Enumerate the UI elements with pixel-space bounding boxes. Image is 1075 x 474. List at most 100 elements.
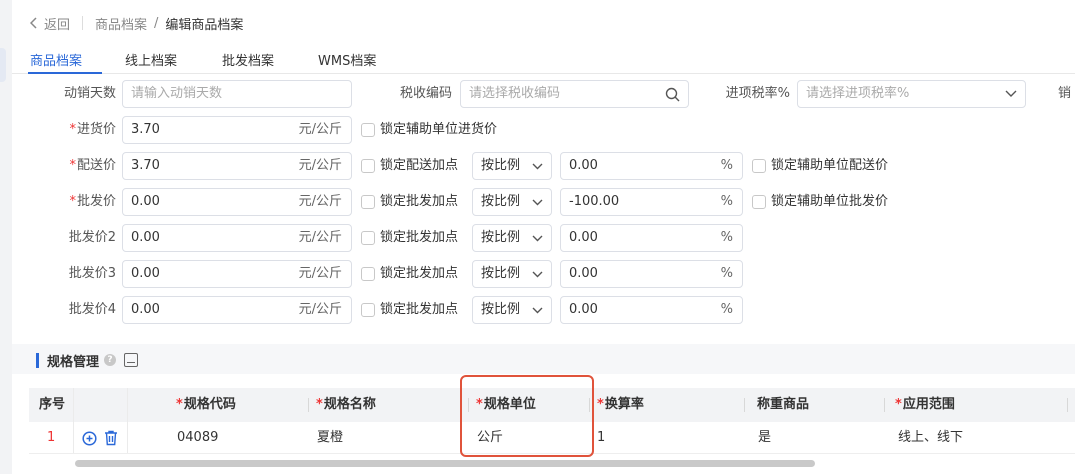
percent-sign: % <box>720 158 733 173</box>
lock-checkbox[interactable] <box>361 303 375 317</box>
tax-code-label: 税收编码 <box>399 86 452 101</box>
price-input[interactable]: 0.00 元/公斤 <box>122 260 352 288</box>
days-input[interactable]: 请输入动销天数 <box>122 80 352 108</box>
add-circle-icon[interactable] <box>82 431 97 446</box>
markup-mode-select[interactable]: 按比例 <box>472 260 552 288</box>
back-link[interactable]: 返回 <box>30 14 70 33</box>
lock-checkbox-label[interactable]: 锁定配送加点 <box>380 156 458 176</box>
cell-ratio[interactable]: 1 <box>597 422 605 454</box>
markup-percent-value: 0.00 <box>569 158 598 173</box>
chevron-down-icon <box>532 199 543 206</box>
chevron-down-icon <box>532 307 543 314</box>
markup-mode-select[interactable]: 按比例 <box>472 188 552 216</box>
tax-code-placeholder: 请选择税收编码 <box>469 86 561 101</box>
search-icon[interactable] <box>665 87 680 102</box>
markup-percent-input[interactable]: 0.00% <box>560 224 743 252</box>
markup-mode-select[interactable]: 按比例 <box>472 152 552 180</box>
markup-percent-value: 0.00 <box>569 266 598 281</box>
tab-bar: 商品档案 线上档案 批发档案 WMS档案 <box>12 46 1075 74</box>
row-index: 1 <box>47 430 56 445</box>
lock-checkbox[interactable] <box>361 159 375 173</box>
markup-mode-value: 按比例 <box>481 266 521 281</box>
markup-percent-input[interactable]: 0.00% <box>560 260 743 288</box>
chevron-left-icon <box>30 17 37 29</box>
price-label: 批发价4 <box>68 302 116 317</box>
aux-lock-checkbox[interactable] <box>752 159 766 173</box>
col-divider <box>884 398 885 412</box>
price-input[interactable]: 0.00 元/公斤 <box>122 224 352 252</box>
section-accent-bar <box>36 352 39 368</box>
highlight-box <box>460 375 594 457</box>
price-input[interactable]: 0.00 元/公斤 <box>122 188 352 216</box>
price-input[interactable]: 0.00 元/公斤 <box>122 296 352 324</box>
lock-checkbox[interactable] <box>361 123 375 137</box>
collapse-icon[interactable] <box>124 353 139 367</box>
markup-percent-value: 0.00 <box>569 230 598 245</box>
price-input[interactable]: 3.70 元/公斤 <box>122 116 352 144</box>
col-index: 序号 <box>39 397 66 412</box>
col-scope: *应用范围 <box>895 397 955 412</box>
col-spec-name: *规格名称 <box>316 397 376 412</box>
cell-weighing[interactable]: 是 <box>758 422 771 454</box>
lock-checkbox-label[interactable]: 锁定辅助单位进货价 <box>380 120 497 140</box>
breadcrumb: 返回 商品档案 / 编辑商品档案 <box>30 14 243 33</box>
markup-mode-select[interactable]: 按比例 <box>472 296 552 324</box>
cell-scope[interactable]: 线上、线下 <box>898 422 963 454</box>
percent-sign: % <box>720 194 733 209</box>
markup-mode-value: 按比例 <box>481 302 521 317</box>
markup-mode-value: 按比例 <box>481 194 521 209</box>
aux-lock-checkbox-label[interactable]: 锁定辅助单位批发价 <box>771 192 888 212</box>
spec-title-text: 规格管理 <box>47 354 100 370</box>
help-icon[interactable]: ? <box>104 354 117 366</box>
lock-checkbox-label[interactable]: 锁定批发加点 <box>380 300 458 320</box>
trash-icon[interactable] <box>104 430 118 446</box>
input-tax-label: 进项税率% <box>725 86 790 101</box>
col-divider <box>744 398 745 412</box>
chevron-down-icon <box>532 271 543 278</box>
markup-percent-input[interactable]: -100.00% <box>560 188 743 216</box>
lock-checkbox[interactable] <box>361 195 375 209</box>
price-unit: 元/公斤 <box>298 194 342 209</box>
price-label: *配送价 <box>69 158 116 173</box>
spec-section-title: 规格管理 ? <box>36 350 139 370</box>
percent-sign: % <box>720 302 733 317</box>
tax-code-select[interactable]: 请选择税收编码 <box>460 80 689 108</box>
price-value: 0.00 <box>131 230 160 245</box>
input-tax-select[interactable]: 请选择进项税率% <box>797 80 1026 108</box>
cell-spec-name[interactable]: 夏橙 <box>317 422 343 454</box>
tab-product-archive[interactable]: 商品档案 <box>30 50 82 69</box>
breadcrumb-parent[interactable]: 商品档案 <box>95 14 147 33</box>
markup-mode-select[interactable]: 按比例 <box>472 224 552 252</box>
aux-lock-checkbox-label[interactable]: 锁定辅助单位配送价 <box>771 156 888 176</box>
tab-online-archive[interactable]: 线上档案 <box>125 50 177 69</box>
price-label: *进货价 <box>69 122 116 137</box>
lock-checkbox-label[interactable]: 锁定批发加点 <box>380 192 458 212</box>
chevron-down-icon <box>1005 90 1017 97</box>
chevron-down-icon <box>532 163 543 170</box>
col-ratio: *换算率 <box>597 397 644 412</box>
input-tax-placeholder: 请选择进项税率% <box>806 86 910 101</box>
horizontal-scrollbar[interactable] <box>75 460 815 467</box>
cell-spec-code[interactable]: 04089 <box>177 422 218 454</box>
lock-checkbox-label[interactable]: 锁定批发加点 <box>380 264 458 284</box>
price-value: 0.00 <box>131 266 160 281</box>
markup-mode-value: 按比例 <box>481 158 521 173</box>
back-label: 返回 <box>44 17 71 33</box>
price-value: 3.70 <box>131 122 160 137</box>
left-side-strip <box>0 0 12 474</box>
price-label: 批发价2 <box>68 230 116 245</box>
price-label: 批发价3 <box>68 266 116 281</box>
markup-percent-input[interactable]: 0.00% <box>560 152 743 180</box>
lock-checkbox[interactable] <box>361 231 375 245</box>
price-input[interactable]: 3.70 元/公斤 <box>122 152 352 180</box>
lock-checkbox[interactable] <box>361 267 375 281</box>
markup-percent-input[interactable]: 0.00% <box>560 296 743 324</box>
tab-wholesale-archive[interactable]: 批发档案 <box>222 50 274 69</box>
active-tab-indicator <box>28 72 102 74</box>
side-marker <box>0 48 6 82</box>
percent-sign: % <box>720 230 733 245</box>
price-unit: 元/公斤 <box>298 266 342 281</box>
tab-wms-archive[interactable]: WMS档案 <box>318 50 376 69</box>
aux-lock-checkbox[interactable] <box>752 195 766 209</box>
lock-checkbox-label[interactable]: 锁定批发加点 <box>380 228 458 248</box>
